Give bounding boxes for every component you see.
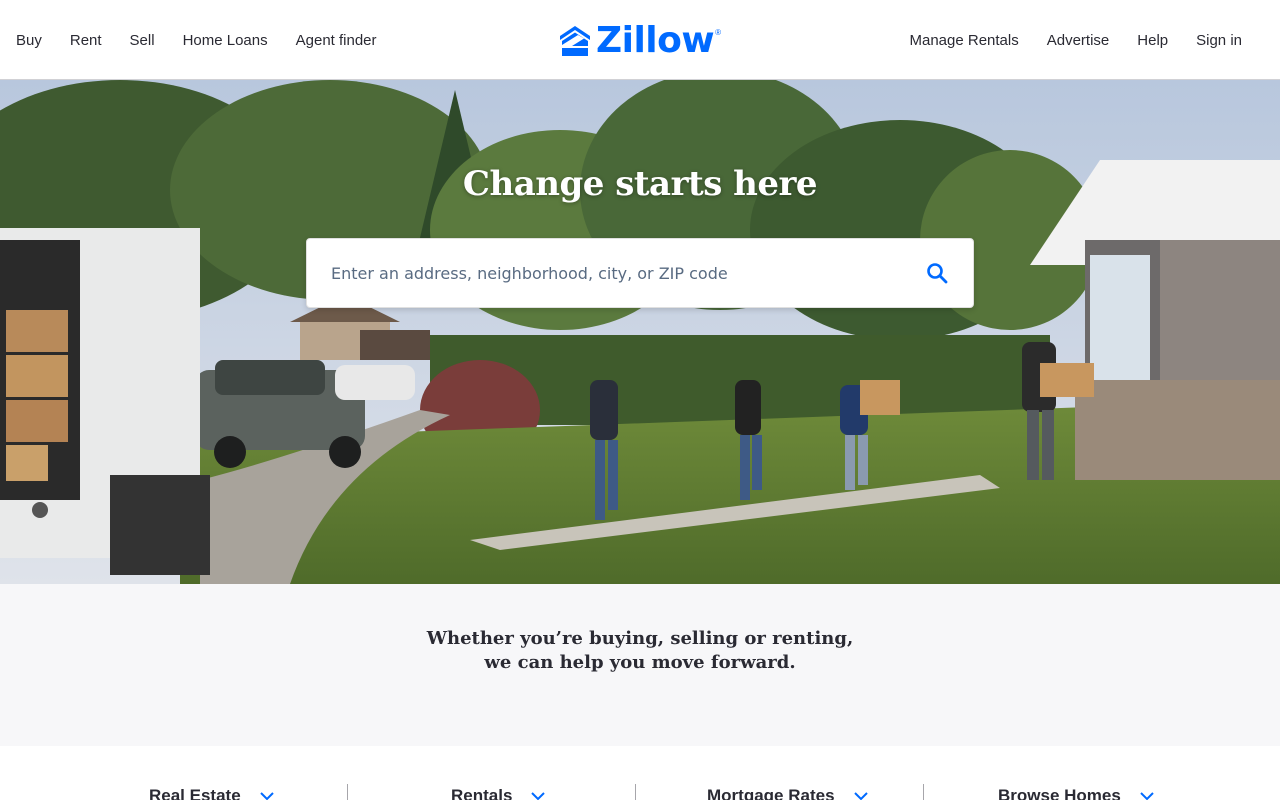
- nav-sign-in-link[interactable]: Sign in: [1196, 32, 1242, 49]
- logo-wordmark: Zillow: [596, 20, 715, 61]
- tab-label: Browse Homes: [998, 786, 1121, 800]
- tagline-line-2: we can help you move forward.: [484, 652, 796, 673]
- tab-mortgage-rates[interactable]: Mortgage Rates: [707, 786, 869, 800]
- search-input[interactable]: [307, 239, 909, 307]
- tab-label: Mortgage Rates: [707, 786, 835, 800]
- tab-browse-homes[interactable]: Browse Homes: [998, 786, 1155, 800]
- nav-help-link[interactable]: Help: [1137, 32, 1168, 49]
- divider: [635, 784, 636, 800]
- nav-agent-finder-link[interactable]: Agent finder: [296, 32, 377, 49]
- hero-background-image: [0, 80, 1280, 584]
- nav-manage-rentals-link[interactable]: Manage Rentals: [910, 32, 1019, 49]
- hero-title: Change starts here: [462, 164, 818, 204]
- site-header: Buy Rent Sell Home Loans Agent finder Zi…: [0, 0, 1280, 80]
- search-button[interactable]: [909, 245, 965, 301]
- search-icon: [927, 263, 948, 284]
- chevron-down-icon: [531, 792, 546, 800]
- tab-real-estate[interactable]: Real Estate: [149, 786, 275, 800]
- bottom-links-section: Real Estate Rentals Mortgage Rates Brows…: [0, 746, 1280, 800]
- tagline-line-1: Whether you’re buying, selling or rentin…: [426, 628, 854, 649]
- primary-nav: Buy Rent Sell Home Loans Agent finder: [16, 0, 405, 80]
- zillow-logo[interactable]: Zillow ®: [558, 22, 721, 60]
- hero-section: Change starts here: [0, 80, 1280, 584]
- nav-home-loans-link[interactable]: Home Loans: [183, 32, 268, 49]
- tab-label: Rentals: [451, 786, 513, 800]
- nav-rent-link[interactable]: Rent: [70, 32, 102, 49]
- chevron-down-icon: [259, 792, 274, 800]
- search-bar: [306, 238, 974, 308]
- nav-buy-link[interactable]: Buy: [16, 32, 42, 49]
- tab-rentals[interactable]: Rentals: [451, 786, 546, 800]
- zillow-house-icon: [560, 26, 590, 56]
- logo-registered-mark: ®: [715, 28, 722, 37]
- chevron-down-icon: [1140, 792, 1154, 800]
- secondary-nav: Manage Rentals Advertise Help Sign in: [882, 0, 1243, 80]
- tagline-text: Whether you’re buying, selling or rentin…: [0, 627, 1280, 675]
- nav-advertise-link[interactable]: Advertise: [1047, 32, 1110, 49]
- divider: [347, 784, 348, 800]
- nav-sell-link[interactable]: Sell: [130, 32, 155, 49]
- tagline-section: Whether you’re buying, selling or rentin…: [0, 584, 1280, 746]
- divider: [923, 784, 924, 800]
- tab-label: Real Estate: [149, 786, 241, 800]
- chevron-down-icon: [853, 792, 868, 800]
